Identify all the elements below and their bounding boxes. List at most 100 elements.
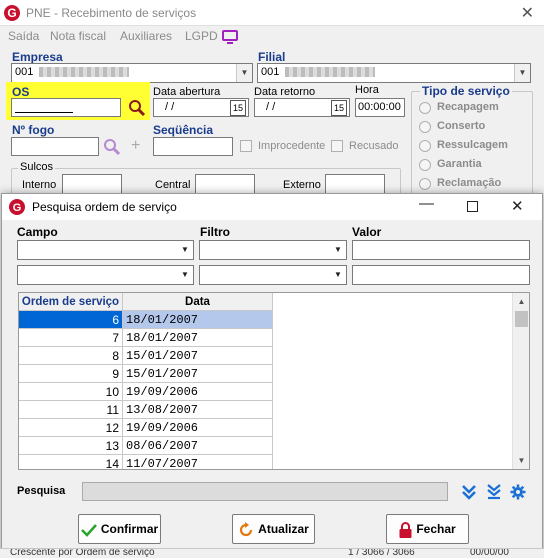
cell-ordem: 13 <box>19 437 123 455</box>
chevron-down-icon[interactable]: ▼ <box>177 241 193 259</box>
cell-data: 18/01/2007 <box>123 329 273 347</box>
os-label: OS <box>12 85 30 99</box>
cell-ordem: 11 <box>19 401 123 419</box>
search-icon[interactable] <box>128 99 146 117</box>
radio-garantia[interactable] <box>419 159 431 171</box>
table-row[interactable]: 12 19/09/2006 <box>19 419 273 437</box>
externo-input[interactable] <box>325 174 385 194</box>
skip-down-icon[interactable] <box>486 484 502 500</box>
central-input[interactable] <box>195 174 255 194</box>
empresa-select[interactable]: 001 <box>11 63 253 83</box>
valor-input-2[interactable] <box>352 265 530 285</box>
cell-data: 19/09/2006 <box>123 383 273 401</box>
cell-ordem: 7 <box>19 329 123 347</box>
cell-data: 11/07/2007 <box>123 455 273 469</box>
chevron-down-icon[interactable]: ▼ <box>177 266 193 284</box>
empresa-label: Empresa <box>12 50 63 64</box>
radio-reclamacao[interactable] <box>419 178 431 190</box>
menu-nota-fiscal[interactable]: Nota fiscal <box>50 29 106 43</box>
search-icon[interactable] <box>103 138 121 156</box>
app-logo-icon: G <box>9 199 25 215</box>
filtro-select-1[interactable] <box>199 240 347 260</box>
confirmar-button[interactable]: Confirmar <box>78 514 161 544</box>
scroll-down-icon[interactable]: ▼ <box>513 452 529 469</box>
radio-recapagem[interactable] <box>419 102 431 114</box>
campo-label: Campo <box>17 225 58 239</box>
status-sort: Crescente por Ordem de serviço <box>10 548 155 558</box>
calendar-icon[interactable]: 15 <box>230 100 246 116</box>
fechar-label: Fechar <box>416 522 456 536</box>
campo-select-1[interactable] <box>17 240 194 260</box>
close-icon[interactable]: ✕ <box>511 197 524 215</box>
interno-input[interactable] <box>62 174 122 194</box>
hora-label: Hora <box>355 84 379 96</box>
improcedente-label: Improcedente <box>258 140 326 152</box>
table-row[interactable]: 10 19/09/2006 <box>19 383 273 401</box>
sequencia-label: Seqüência <box>153 123 214 137</box>
vertical-scrollbar[interactable]: ▲ ▼ <box>512 293 529 469</box>
gear-icon[interactable] <box>510 484 526 500</box>
menubar: Saída Nota fiscal Auxiliares LGPD <box>0 26 544 46</box>
cell-ordem: 9 <box>19 365 123 383</box>
tipo-servico-label: Tipo de serviço <box>420 84 512 98</box>
close-icon[interactable]: ✕ <box>521 3 534 23</box>
monitor-icon[interactable] <box>222 30 238 44</box>
menu-lgpd[interactable]: LGPD <box>185 29 218 43</box>
dialog-titlebar: G Pesquisa ordem de serviço — ✕ <box>2 194 542 220</box>
data-retorno-label: Data retorno <box>254 86 316 98</box>
sequencia-input[interactable] <box>153 137 233 156</box>
table-row[interactable]: 14 11/07/2007 <box>19 455 273 469</box>
radio-conserto[interactable] <box>419 121 431 133</box>
menu-auxiliares[interactable]: Auxiliares <box>120 29 172 43</box>
hora-input[interactable]: 00:00:00 <box>355 98 405 117</box>
nfogo-input[interactable] <box>11 137 99 156</box>
lock-icon <box>399 521 412 538</box>
sulcos-label: Sulcos <box>18 161 56 173</box>
column-header-data[interactable]: Data <box>123 293 273 311</box>
plus-icon[interactable]: + <box>131 137 140 155</box>
table-row[interactable]: 11 13/08/2007 <box>19 401 273 419</box>
confirmar-label: Confirmar <box>100 522 159 536</box>
double-chevron-down-icon[interactable] <box>461 484 477 500</box>
fechar-button[interactable]: Fechar <box>386 514 469 544</box>
cell-data: 18/01/2007 <box>123 311 273 329</box>
interno-label: Interno <box>22 179 57 191</box>
radio-recapagem-label: Recapagem <box>437 101 499 113</box>
status-date: 00/00/00 <box>470 548 509 558</box>
cell-ordem: 10 <box>19 383 123 401</box>
recusado-checkbox[interactable] <box>331 140 343 152</box>
window-title: PNE - Recebimento de serviços <box>26 6 197 20</box>
valor-input-1[interactable] <box>352 240 530 260</box>
table-row[interactable]: 8 15/01/2007 <box>19 347 273 365</box>
os-input[interactable] <box>11 98 121 117</box>
chevron-down-icon[interactable]: ▼ <box>236 64 252 82</box>
chevron-down-icon[interactable]: ▼ <box>330 241 346 259</box>
maximize-icon[interactable] <box>467 201 478 212</box>
table-row[interactable]: 7 18/01/2007 <box>19 329 273 347</box>
chevron-down-icon[interactable]: ▼ <box>330 266 346 284</box>
atualizar-label: Atualizar <box>258 522 309 536</box>
column-header-ordem[interactable]: Ordem de serviço <box>19 293 123 311</box>
cell-data: 19/09/2006 <box>123 419 273 437</box>
table-row[interactable]: 9 15/01/2007 <box>19 365 273 383</box>
pesquisa-input[interactable] <box>82 482 448 501</box>
svg-text:G: G <box>13 202 22 214</box>
scroll-thumb[interactable] <box>515 311 528 327</box>
table-row[interactable]: 6 18/01/2007 <box>19 311 273 329</box>
scroll-up-icon[interactable]: ▲ <box>513 293 529 310</box>
improcedente-checkbox[interactable] <box>240 140 252 152</box>
table-row[interactable]: 13 08/06/2007 <box>19 437 273 455</box>
menu-saida[interactable]: Saída <box>8 29 39 43</box>
campo-select-2[interactable] <box>17 265 194 285</box>
filial-select[interactable]: 001 <box>257 63 531 83</box>
results-grid[interactable]: Ordem de serviço Data 6 18/01/2007 7 18/… <box>18 292 530 470</box>
minimize-icon[interactable]: — <box>419 195 434 212</box>
radio-ressulcagem[interactable] <box>419 140 431 152</box>
atualizar-button[interactable]: Atualizar <box>232 514 315 544</box>
filtro-label: Filtro <box>200 225 230 239</box>
chevron-down-icon[interactable]: ▼ <box>514 64 530 82</box>
filtro-select-2[interactable] <box>199 265 347 285</box>
radio-reclamacao-label: Reclamação <box>437 177 502 189</box>
radio-conserto-label: Conserto <box>437 120 486 132</box>
calendar-icon[interactable]: 15 <box>331 100 347 116</box>
